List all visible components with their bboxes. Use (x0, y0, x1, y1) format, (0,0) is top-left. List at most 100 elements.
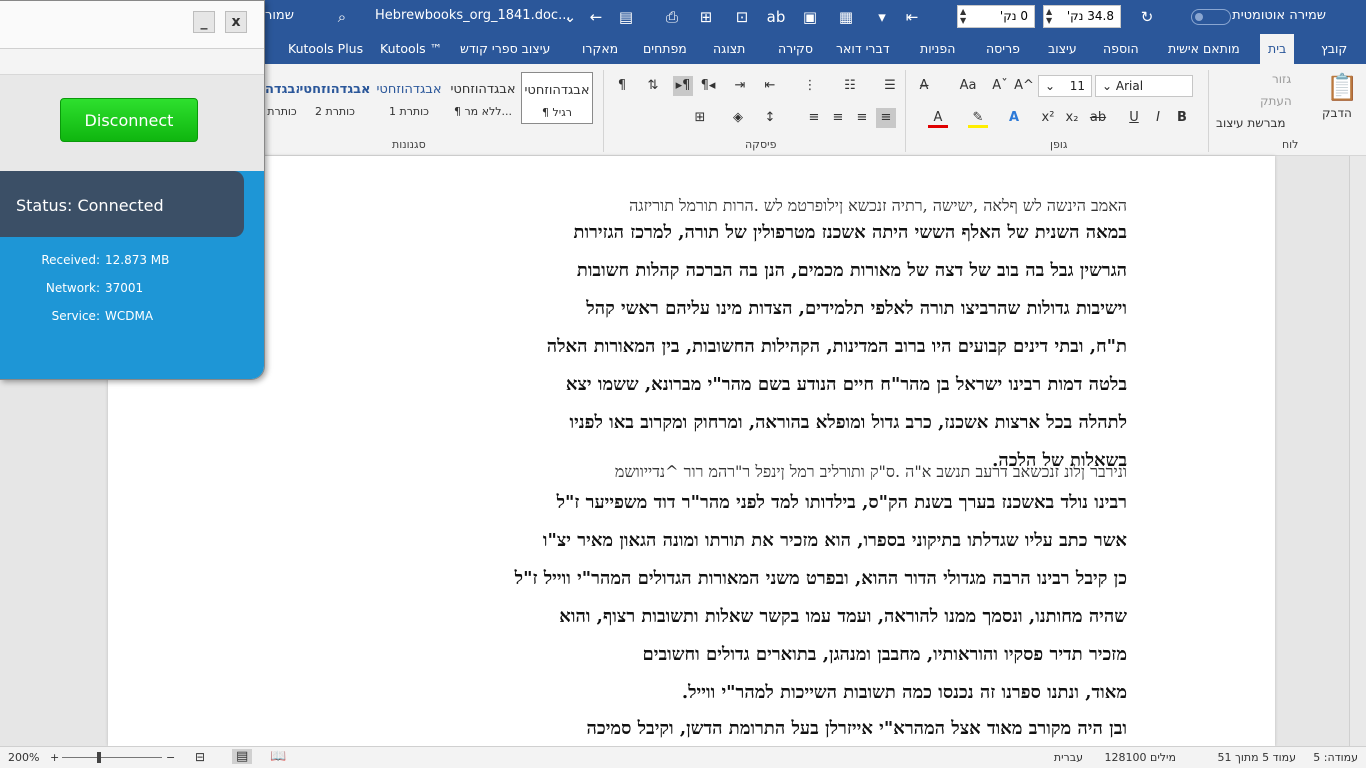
tab-design[interactable]: עיצוב (1040, 34, 1085, 64)
print-layout-icon[interactable]: ▤ (232, 749, 253, 764)
tab-layout[interactable]: פריסה (978, 34, 1028, 64)
read-mode-icon[interactable]: 📖 (270, 749, 286, 764)
zoom-level[interactable]: 200% (8, 751, 39, 764)
shrink-font-icon[interactable]: Aˇ (990, 76, 1010, 96)
justify-icon[interactable]: ≡ (804, 108, 824, 128)
bullets-icon[interactable]: ☰ (880, 76, 900, 96)
table-icon[interactable]: ▦ (836, 7, 856, 27)
format-icon[interactable]: ab (766, 7, 786, 27)
font-name-field[interactable]: ⌄ Arial (1095, 75, 1193, 97)
style-heading-2[interactable]: אבגדהוזחטי כותרת 2 (299, 72, 371, 124)
align-center-icon[interactable]: ≡ (852, 108, 872, 128)
style-no-spacing[interactable]: אבגדהוזחטי ¶ ללא מר... (447, 72, 519, 124)
image-icon[interactable]: ▣ (800, 7, 820, 27)
line-spacing-icon[interactable]: ↕ (760, 108, 780, 128)
section-indicator[interactable]: עמודה: 5 (1313, 751, 1358, 764)
highlight-icon[interactable]: ✎ (968, 108, 988, 128)
tab-custom[interactable]: מותאם אישית (1160, 34, 1248, 64)
tab-file[interactable]: קובץ (1313, 34, 1355, 64)
zoom-slider-thumb[interactable] (97, 752, 101, 763)
minimize-button[interactable]: _ (193, 11, 215, 33)
italic-icon[interactable]: I (1148, 108, 1168, 128)
document-page[interactable]: האמב הינשה לש ףלאה ,ישישה ,רתיה זנכשא ןי… (108, 156, 1275, 746)
align-left-icon[interactable]: ≡ (828, 108, 848, 128)
vertical-scrollbar[interactable] (1349, 156, 1366, 746)
tab-insert[interactable]: הוספה (1095, 34, 1147, 64)
tab-review[interactable]: סקירה (770, 34, 821, 64)
font-group-label: גופן (1050, 138, 1068, 151)
undo-icon[interactable]: ← (586, 7, 606, 27)
document-line: ונירבר ןלונ זנכשאב דרעב תנשב א"ה .ס"ק ות… (614, 462, 1127, 481)
multilevel-list-icon[interactable]: ⋮ (800, 76, 820, 96)
font-size-field[interactable]: ⌄ 11 (1038, 75, 1092, 97)
tab-mailings[interactable]: דברי דואר (828, 34, 898, 64)
shading-icon[interactable]: ◈ (728, 108, 748, 128)
borders-icon[interactable]: ⊞ (690, 108, 710, 128)
redo-icon[interactable]: ↻ (1137, 7, 1157, 27)
change-case-icon[interactable]: Aa (958, 76, 978, 96)
service-value: WCDMA (105, 309, 154, 323)
print-icon[interactable]: ⎙ (662, 7, 682, 27)
paste-button[interactable]: הדבק (1322, 106, 1352, 120)
ltr-icon[interactable]: ▸¶ (673, 76, 693, 96)
text-effects-icon[interactable]: A (1004, 108, 1024, 128)
format-painter-button[interactable]: מברשת עיצוב (1216, 116, 1286, 130)
tab-home[interactable]: בית (1260, 34, 1295, 64)
page-indicator[interactable]: עמוד 5 מתוך 51 (1218, 751, 1296, 764)
clear-formatting-icon[interactable]: A̶ (914, 76, 934, 96)
paste-icon[interactable]: 📋 (1326, 72, 1358, 104)
search-icon[interactable]: ⌕ (332, 7, 352, 27)
tab-kutools[interactable]: Kutools ™ (372, 34, 450, 64)
dropdown-icon[interactable]: ▾ (872, 7, 892, 27)
save-icon[interactable]: ▤ (616, 7, 636, 27)
style-normal[interactable]: אבגדהוזחטי ¶ רגיל (521, 72, 593, 124)
subscript-icon[interactable]: x₂ (1062, 108, 1082, 128)
word-count[interactable]: 128100 מילים (1105, 751, 1176, 764)
disconnect-button[interactable]: Disconnect (60, 98, 198, 142)
bold-icon[interactable]: B (1172, 108, 1192, 128)
zoom-slider[interactable] (62, 757, 162, 758)
language-indicator[interactable]: עברית (1054, 751, 1083, 764)
numbering-icon[interactable]: ☷ (840, 76, 860, 96)
decrease-indent-icon[interactable]: ⇤ (760, 76, 780, 96)
tab-references[interactable]: הפניות (912, 34, 963, 64)
copy-button[interactable]: העתק (1260, 94, 1292, 108)
paragraph-group-label: פיסקה (745, 138, 777, 151)
style-heading-1[interactable]: אבגדהוזחטי כותרת 1 (373, 72, 445, 124)
zoom-in-icon[interactable]: + (50, 751, 59, 764)
tab-sacred-books[interactable]: עיצוב ספרי קודש (452, 34, 558, 64)
web-layout-icon[interactable]: ⊟ (195, 750, 205, 764)
grow-font-icon[interactable]: A^ (1014, 76, 1034, 96)
save-as-label[interactable]: שמור (265, 8, 294, 23)
close-button[interactable]: x (225, 11, 247, 33)
superscript-icon[interactable]: x² (1038, 108, 1058, 128)
tab-developer[interactable]: מפתחים (635, 34, 695, 64)
autosave-toggle[interactable] (1191, 9, 1231, 25)
document-line: לתהלה בכל ארצות אשכנז, כרב גדול ומופלא ב… (569, 412, 1127, 433)
zoom-out-icon[interactable]: − (166, 751, 175, 764)
spacing-after-field[interactable]: 0 נק' ▲ ▼ (957, 5, 1035, 28)
sort-icon[interactable]: ⇅ (643, 76, 663, 96)
strikethrough-icon[interactable]: ab (1088, 108, 1108, 128)
tab-macro[interactable]: מאקרו (574, 34, 626, 64)
document-filename: Hebrewbooks_org_1841.doc... (375, 8, 571, 23)
style-title[interactable]: אבגדהכותרת (265, 72, 299, 124)
increase-indent-icon[interactable]: ⇥ (730, 76, 750, 96)
document-line: רבינו נולד באשכנז בערך בשנת הק"ס, בילדות… (556, 492, 1127, 513)
underline-icon[interactable]: U (1124, 108, 1144, 128)
tab-kutools-plus[interactable]: Kutools Plus (280, 34, 371, 64)
tab-view[interactable]: תצוגה (705, 34, 753, 64)
indent-icon[interactable]: ⇤ (902, 7, 922, 27)
align-right-icon[interactable]: ≡ (876, 108, 896, 128)
find-replace-icon[interactable]: ⊞ (696, 7, 716, 27)
font-color-icon[interactable]: A (928, 108, 948, 128)
group-divider (603, 70, 604, 152)
document-line: האמב הינשה לש ףלאה ,ישישה ,רתיה זנכשא ןי… (629, 196, 1127, 215)
picture-icon[interactable]: ⊡ (732, 7, 752, 27)
service-label: Service: (51, 309, 100, 323)
document-line: ת"ח, ובתי דינים קבועים היו ברוב המדינות,… (546, 336, 1127, 357)
rtl-icon[interactable]: ¶◂ (698, 76, 718, 96)
cut-button[interactable]: גזור (1272, 72, 1291, 86)
show-marks-icon[interactable]: ¶ (612, 76, 632, 96)
spacing-before-field[interactable]: 34.8 נק' ▲ ▼ (1043, 5, 1121, 28)
